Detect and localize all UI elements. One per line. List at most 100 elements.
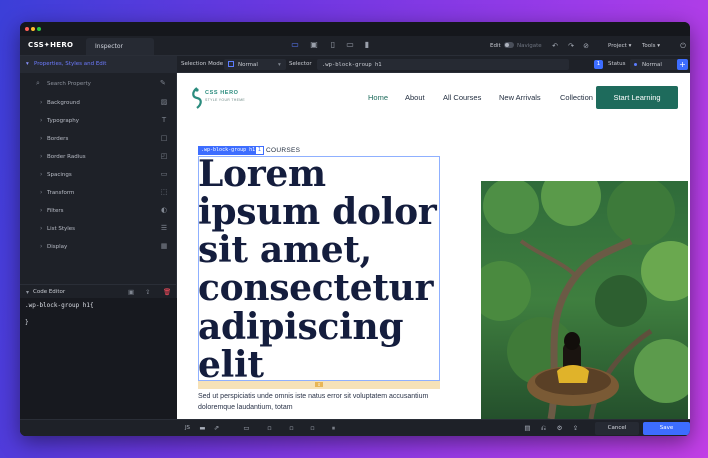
nav-all-courses[interactable]: All Courses	[443, 93, 481, 102]
nav-home[interactable]: Home	[368, 93, 388, 102]
selection-mode-select[interactable]: Normal ▾	[224, 59, 286, 70]
window-icon[interactable]: ▭	[242, 424, 251, 433]
redo-icon[interactable]: ↷	[566, 41, 576, 51]
hero-image	[481, 181, 688, 419]
display-icon: ▦	[160, 242, 168, 250]
trash-icon[interactable]: 🗑	[163, 288, 171, 296]
desktop-view-icon[interactable]: ▭	[289, 40, 301, 50]
code-editor-header[interactable]: ▾ Code Editor ▣ ⇪ 🗑	[20, 284, 177, 298]
save-version-icon[interactable]: ▤	[523, 424, 532, 433]
frame-icon-2[interactable]: ▫	[287, 424, 296, 433]
hero-heading[interactable]: Lorem ipsum dolor sit amet, consectetur …	[198, 155, 443, 384]
selection-mode-label: Selection Mode	[181, 61, 224, 67]
filter-icon: ◐	[160, 206, 168, 214]
sidebar-item-list-styles[interactable]: › List Styles ☰	[20, 220, 177, 238]
edit-navigate-toggle[interactable]	[504, 42, 514, 48]
maximize-window-icon[interactable]	[37, 27, 41, 31]
search-icon: ⌕	[36, 79, 40, 87]
border-icon: □	[160, 134, 168, 142]
code-editor-title: Code Editor	[33, 289, 66, 295]
chevron-right-icon: ›	[40, 135, 43, 142]
undo-icon[interactable]: ↶	[550, 41, 560, 51]
history-icon[interactable]: ⎌	[539, 424, 548, 433]
tab-inspector[interactable]: Inspector	[86, 38, 154, 55]
nav-collection[interactable]: Collection	[560, 93, 593, 102]
sidebar-item-typography[interactable]: › Typography T	[20, 112, 177, 130]
code-line: .wp-block-group h1{	[25, 302, 94, 309]
minimize-window-icon[interactable]	[31, 27, 35, 31]
share-icon[interactable]: ⇪	[571, 424, 580, 433]
spacing-icon: ▭	[160, 170, 168, 178]
sidebar-item-spacings[interactable]: › Spacings ▭	[20, 166, 177, 184]
chevron-right-icon: ›	[40, 225, 43, 232]
chevron-right-icon: ›	[40, 171, 43, 178]
status-label: Status	[608, 61, 626, 67]
tools-menu[interactable]: Tools ▾	[642, 43, 660, 49]
add-icon[interactable]: +	[677, 59, 688, 70]
properties-sidebar: ▾ Properties, Styles and Edit ⌕ Search P…	[20, 56, 177, 436]
selector-input[interactable]: .wp-block-group h1	[317, 59, 569, 70]
app-logo: CSS✦HERO	[28, 41, 74, 49]
text-icon: T	[161, 116, 167, 124]
frame-icon[interactable]: ▫	[265, 424, 274, 433]
status-dot-icon	[634, 63, 637, 66]
code-line: }	[25, 319, 29, 326]
copy-icon[interactable]: ▣	[128, 288, 134, 296]
code-editor[interactable]: .wp-block-group h1{ }	[20, 298, 177, 436]
selector-count-badge: 1	[594, 60, 603, 69]
app-window: CSS✦HERO Inspector ▭ ▣ ▯ ▭ ▮ Edit Naviga…	[20, 22, 690, 436]
image-icon: ▨	[160, 98, 168, 106]
chevron-down-icon: ▾	[26, 61, 29, 67]
cancel-button[interactable]: Cancel	[595, 422, 639, 435]
project-menu[interactable]: Project ▾	[608, 43, 631, 49]
sidebar-item-display[interactable]: › Display ▦	[20, 238, 177, 256]
sidebar-item-background[interactable]: › Background ▨	[20, 94, 177, 112]
start-learning-button[interactable]: Start Learning	[596, 86, 678, 109]
logo-mark-icon	[192, 87, 202, 109]
search-property[interactable]: ⌕ Search Property ✎	[32, 78, 172, 90]
laptop-view-icon[interactable]: ▣	[308, 40, 320, 50]
close-window-icon[interactable]	[25, 27, 29, 31]
page-preview: CSS HERO STYLE YOUR THEME Home About All…	[177, 73, 690, 419]
power-icon[interactable]: ⏻	[678, 41, 688, 51]
toggle-icon[interactable]: ▬	[198, 424, 207, 433]
margin-handle-icon[interactable]: ⇕	[315, 382, 323, 387]
chevron-down-icon: ▾	[278, 62, 281, 68]
edit-label: Edit	[490, 43, 501, 49]
tablet-view-icon[interactable]: ▯	[327, 40, 339, 50]
radius-icon: ◰	[160, 152, 168, 160]
mobile-view-icon[interactable]: ▮	[361, 40, 373, 50]
pause-icon[interactable]: ⏸	[329, 424, 338, 433]
title-bar	[20, 22, 690, 36]
transform-icon: ⬚	[160, 188, 168, 196]
nav-about[interactable]: About	[405, 93, 425, 102]
save-button[interactable]: Save	[643, 422, 690, 435]
list-icon: ☰	[160, 224, 168, 232]
margin-indicator[interactable]: ⇕	[198, 381, 440, 389]
search-placeholder: Search Property	[47, 81, 91, 87]
chevron-right-icon: ›	[40, 207, 43, 214]
chevron-right-icon: ›	[40, 99, 43, 106]
sidebar-header[interactable]: ▾ Properties, Styles and Edit	[20, 56, 177, 73]
mode-icon	[228, 61, 234, 67]
sidebar-item-borders[interactable]: › Borders □	[20, 130, 177, 148]
bottom-left-bar	[20, 419, 177, 436]
settings-icon[interactable]: ⚙	[555, 424, 564, 433]
js-button[interactable]: JS	[183, 424, 192, 433]
sidebar-item-transform[interactable]: › Transform ⬚	[20, 184, 177, 202]
selector-label: Selector	[289, 61, 312, 67]
export-icon[interactable]: ⇪	[145, 288, 150, 296]
edit-icon[interactable]: ✎	[160, 79, 166, 87]
nav-new-arrivals[interactable]: New Arrivals	[499, 93, 541, 102]
sidebar-item-border-radius[interactable]: › Border Radius ◰	[20, 148, 177, 166]
tablet-landscape-view-icon[interactable]: ▭	[344, 40, 356, 50]
chevron-down-icon: ▾	[26, 289, 30, 296]
history-icon[interactable]: ⊘	[581, 41, 591, 51]
chevron-right-icon: ›	[40, 153, 43, 160]
frame-icon-3[interactable]: ▫	[308, 424, 317, 433]
chevron-right-icon: ›	[40, 243, 43, 250]
pin-icon[interactable]: ⇗	[212, 424, 221, 433]
bottom-bar: JS ▬ ⇗ ▭ ▫ ▫ ▫ ⏸ ▤ ⎌ ⚙ ⇪ Cancel Save	[177, 419, 690, 436]
sidebar-item-filters[interactable]: › Filters ◐	[20, 202, 177, 220]
hero-paragraph[interactable]: Sed ut perspiciatis unde omnis iste natu…	[198, 392, 443, 413]
